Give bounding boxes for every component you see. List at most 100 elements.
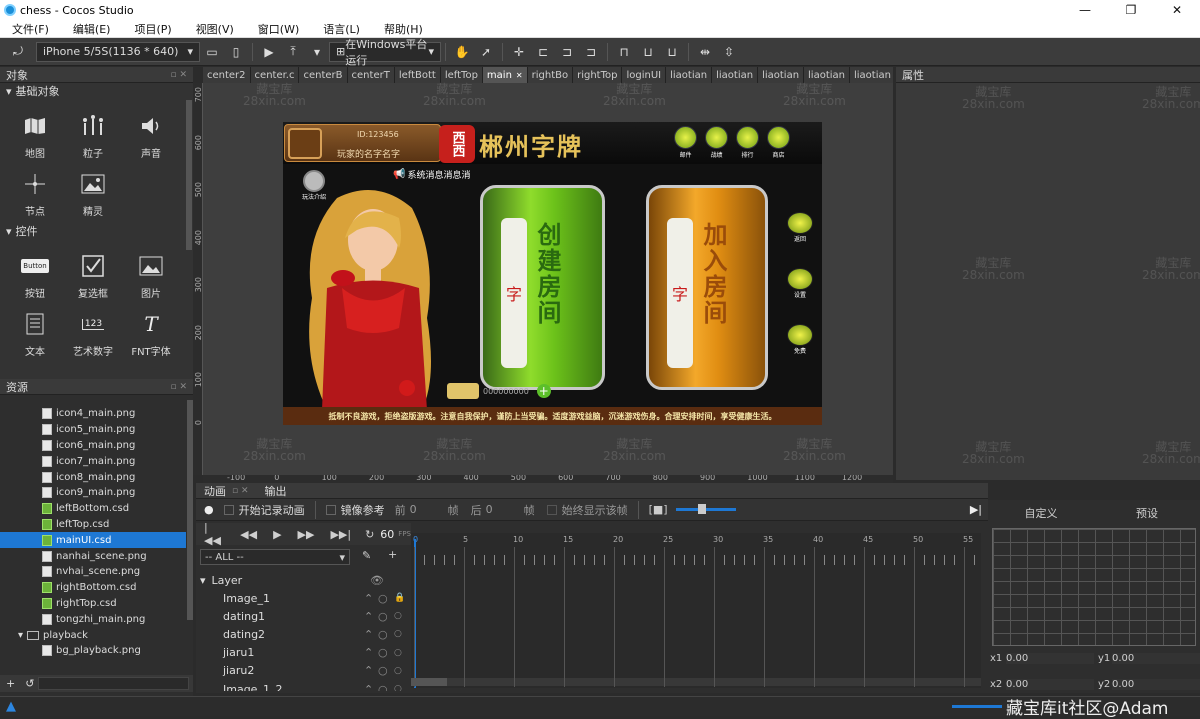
top-menu-button[interactable]: 商店: [766, 126, 791, 159]
tab-preset[interactable]: 预设: [1094, 505, 1200, 521]
resource-row[interactable]: leftBottom.csd: [0, 501, 186, 517]
maximize-button[interactable]: ❐: [1108, 3, 1154, 17]
lock-icon[interactable]: ○: [394, 611, 410, 621]
visibility-icon[interactable]: 👁: [370, 574, 384, 587]
fps-input[interactable]: 60: [380, 528, 394, 541]
basic-objects-header[interactable]: ▾ 基础对象: [0, 83, 193, 99]
x2-input[interactable]: 0.00: [1006, 678, 1094, 690]
objects-scrollbar[interactable]: [186, 100, 192, 250]
expand-icon[interactable]: ⌃: [364, 628, 378, 641]
dropdown-icon[interactable]: ▾: [307, 42, 327, 62]
tab-animation[interactable]: 动画 ▫ ✕: [196, 483, 257, 498]
side-button[interactable]: 免费: [783, 324, 817, 355]
device-select[interactable]: iPhone 5/5S(1136 * 640) ▾: [36, 41, 200, 62]
go-last-icon[interactable]: ▶▶|: [330, 528, 351, 541]
expand-icon[interactable]: ⌃: [364, 664, 378, 677]
go-first-icon[interactable]: |◀◀: [204, 521, 224, 547]
resource-row[interactable]: leftTop.csd: [0, 517, 186, 533]
resource-row[interactable]: nvhai_scene.png: [0, 564, 186, 580]
resource-row[interactable]: rightBottom.csd: [0, 580, 186, 596]
layer-filter[interactable]: -- ALL -- ▾: [200, 549, 350, 565]
play-icon[interactable]: ▶: [259, 42, 279, 62]
doc-tab[interactable]: liaotian: [850, 67, 893, 83]
resource-row[interactable]: bg_playback.png: [0, 643, 186, 659]
player-info-panel[interactable]: ID:123456 玩家的名字名字: [284, 124, 441, 162]
always-show-checkbox[interactable]: [546, 504, 557, 515]
close-tab-icon[interactable]: ✕: [516, 71, 523, 80]
layer-row[interactable]: dating2 ⌃ ○ ○: [196, 625, 410, 643]
control-fnt-font[interactable]: T FNT字体: [122, 303, 180, 361]
select-tool-icon[interactable]: ➚: [476, 42, 496, 62]
panel-controls-icon[interactable]: ▫ ✕: [170, 70, 193, 80]
visibility-toggle-icon[interactable]: ○: [378, 592, 394, 605]
game-preview[interactable]: ID:123456 玩家的名字名字 西西 郴州字牌 邮件 战绩 排行 商店 📢 系统消…: [283, 122, 822, 425]
doc-tab[interactable]: liaotian: [804, 67, 850, 83]
rotate-device-icon[interactable]: ⤾: [8, 42, 28, 62]
lock-icon[interactable]: 🔒: [394, 593, 410, 603]
pencil-icon[interactable]: ✎: [362, 549, 371, 562]
doc-tab[interactable]: liaotian: [712, 67, 759, 83]
top-menu-button[interactable]: 战绩: [704, 126, 729, 159]
resource-row[interactable]: tongzhi_main.png: [0, 611, 186, 627]
menu-window[interactable]: 窗口(W): [246, 21, 311, 37]
layer-row[interactable]: Image_1 ⌃ ○ 🔒: [196, 589, 410, 607]
side-button[interactable]: 设置: [783, 268, 817, 299]
align-right-icon[interactable]: ⊐: [581, 42, 601, 62]
doc-tab[interactable]: leftTop: [440, 67, 483, 83]
doc-tab[interactable]: rightBo: [527, 67, 574, 83]
menu-language[interactable]: 语言(L): [311, 21, 372, 37]
resource-row[interactable]: icon9_main.png: [0, 485, 186, 501]
join-room-button[interactable]: 字 加入房间: [646, 185, 768, 390]
zoom-slider[interactable]: [952, 705, 1002, 708]
distribute-h-icon[interactable]: ⇹: [695, 42, 715, 62]
run-target-select[interactable]: ⊞ 在Windows平台运行 ▾: [329, 38, 441, 67]
align-middle-icon[interactable]: ⊔: [638, 42, 658, 62]
panel-controls-icon[interactable]: ▫ ✕: [170, 382, 193, 392]
visibility-toggle-icon[interactable]: ○: [378, 646, 394, 659]
doc-tab[interactable]: centerT: [347, 67, 395, 83]
align-bottom-icon[interactable]: ⊔: [662, 42, 682, 62]
top-menu-button[interactable]: 邮件: [673, 126, 698, 159]
portrait-icon[interactable]: ▯: [226, 42, 246, 62]
doc-tab[interactable]: rightTop: [573, 67, 623, 83]
doc-tab[interactable]: liaotian: [666, 67, 713, 83]
hand-tool-icon[interactable]: ✋: [452, 42, 472, 62]
folder-row[interactable]: ▾ playback: [0, 627, 186, 643]
control-button[interactable]: Button 按钮: [6, 245, 64, 303]
resource-row[interactable]: mainUI.csd: [0, 532, 186, 549]
controls-header[interactable]: ▾ 控件: [0, 223, 193, 239]
resource-row[interactable]: icon4_main.png: [0, 406, 186, 422]
lock-icon[interactable]: ○: [394, 684, 410, 691]
refresh-icon[interactable]: ↺: [21, 677, 38, 690]
play-range-icon[interactable]: ▶|: [970, 503, 982, 516]
doc-tab[interactable]: main ✕: [482, 67, 528, 83]
lock-icon[interactable]: ○: [394, 666, 410, 676]
layer-row[interactable]: jiaru2 ⌃ ○ ○: [196, 662, 410, 680]
expand-icon[interactable]: ⌃: [364, 592, 378, 605]
resource-row[interactable]: nanhai_scene.png: [0, 548, 186, 564]
expand-icon[interactable]: ⌃: [364, 610, 378, 623]
landscape-icon[interactable]: ▭: [202, 42, 222, 62]
layer-row[interactable]: dating1 ⌃ ○ ○: [196, 607, 410, 625]
object-sprite[interactable]: 精灵: [64, 163, 122, 221]
add-coins-icon[interactable]: +: [536, 384, 551, 398]
next-frame-icon[interactable]: ▶▶: [298, 528, 315, 541]
resource-row[interactable]: icon6_main.png: [0, 438, 186, 454]
tab-custom[interactable]: 自定义: [988, 505, 1094, 521]
timeline-scrollbar[interactable]: [411, 678, 981, 686]
create-room-button[interactable]: 字 创建房间: [480, 185, 605, 390]
top-menu-button[interactable]: 排行: [735, 126, 760, 159]
doc-tab[interactable]: liaotian: [758, 67, 805, 83]
doc-tab[interactable]: centerB: [299, 67, 348, 83]
side-button[interactable]: 返回: [783, 212, 817, 243]
back-frames-input[interactable]: 0: [486, 503, 524, 516]
object-sound[interactable]: 声音: [122, 105, 180, 163]
layer-row[interactable]: jiaru1 ⌃ ○ ○: [196, 644, 410, 662]
add-layer-icon[interactable]: +: [388, 548, 397, 561]
menu-view[interactable]: 视图(V): [184, 21, 246, 37]
resource-row[interactable]: icon5_main.png: [0, 422, 186, 438]
expand-icon[interactable]: ⌃: [364, 683, 378, 691]
align-left-icon[interactable]: ⊏: [533, 42, 553, 62]
menu-help[interactable]: 帮助(H): [372, 21, 435, 37]
expand-icon[interactable]: ⌃: [364, 646, 378, 659]
